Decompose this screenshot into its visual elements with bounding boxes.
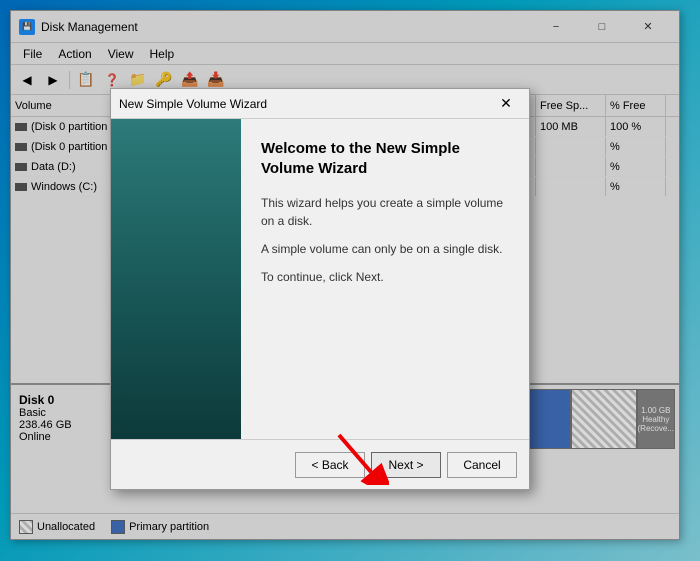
dialog-text-1: This wizard helps you create a simple vo… <box>261 194 509 230</box>
dialog-footer: < Back Next > Cancel <box>111 439 529 489</box>
dialog-close-button[interactable]: ✕ <box>491 91 521 117</box>
wizard-dialog: New Simple Volume Wizard ✕ Welcome to th… <box>110 88 530 490</box>
cancel-button[interactable]: Cancel <box>447 452 517 478</box>
dialog-heading: Welcome to the New Simple Volume Wizard <box>261 139 509 178</box>
dialog-overlay: New Simple Volume Wizard ✕ Welcome to th… <box>0 0 700 561</box>
dialog-text-2: A simple volume can only be on a single … <box>261 240 509 258</box>
dialog-sidebar <box>111 119 241 439</box>
dialog-body: Welcome to the New Simple Volume Wizard … <box>111 119 529 439</box>
dialog-content: Welcome to the New Simple Volume Wizard … <box>241 119 529 439</box>
dialog-title-bar: New Simple Volume Wizard ✕ <box>111 89 529 119</box>
dialog-title: New Simple Volume Wizard <box>119 97 491 111</box>
back-button[interactable]: < Back <box>295 452 365 478</box>
dialog-text-3: To continue, click Next. <box>261 268 509 286</box>
next-button[interactable]: Next > <box>371 452 441 478</box>
